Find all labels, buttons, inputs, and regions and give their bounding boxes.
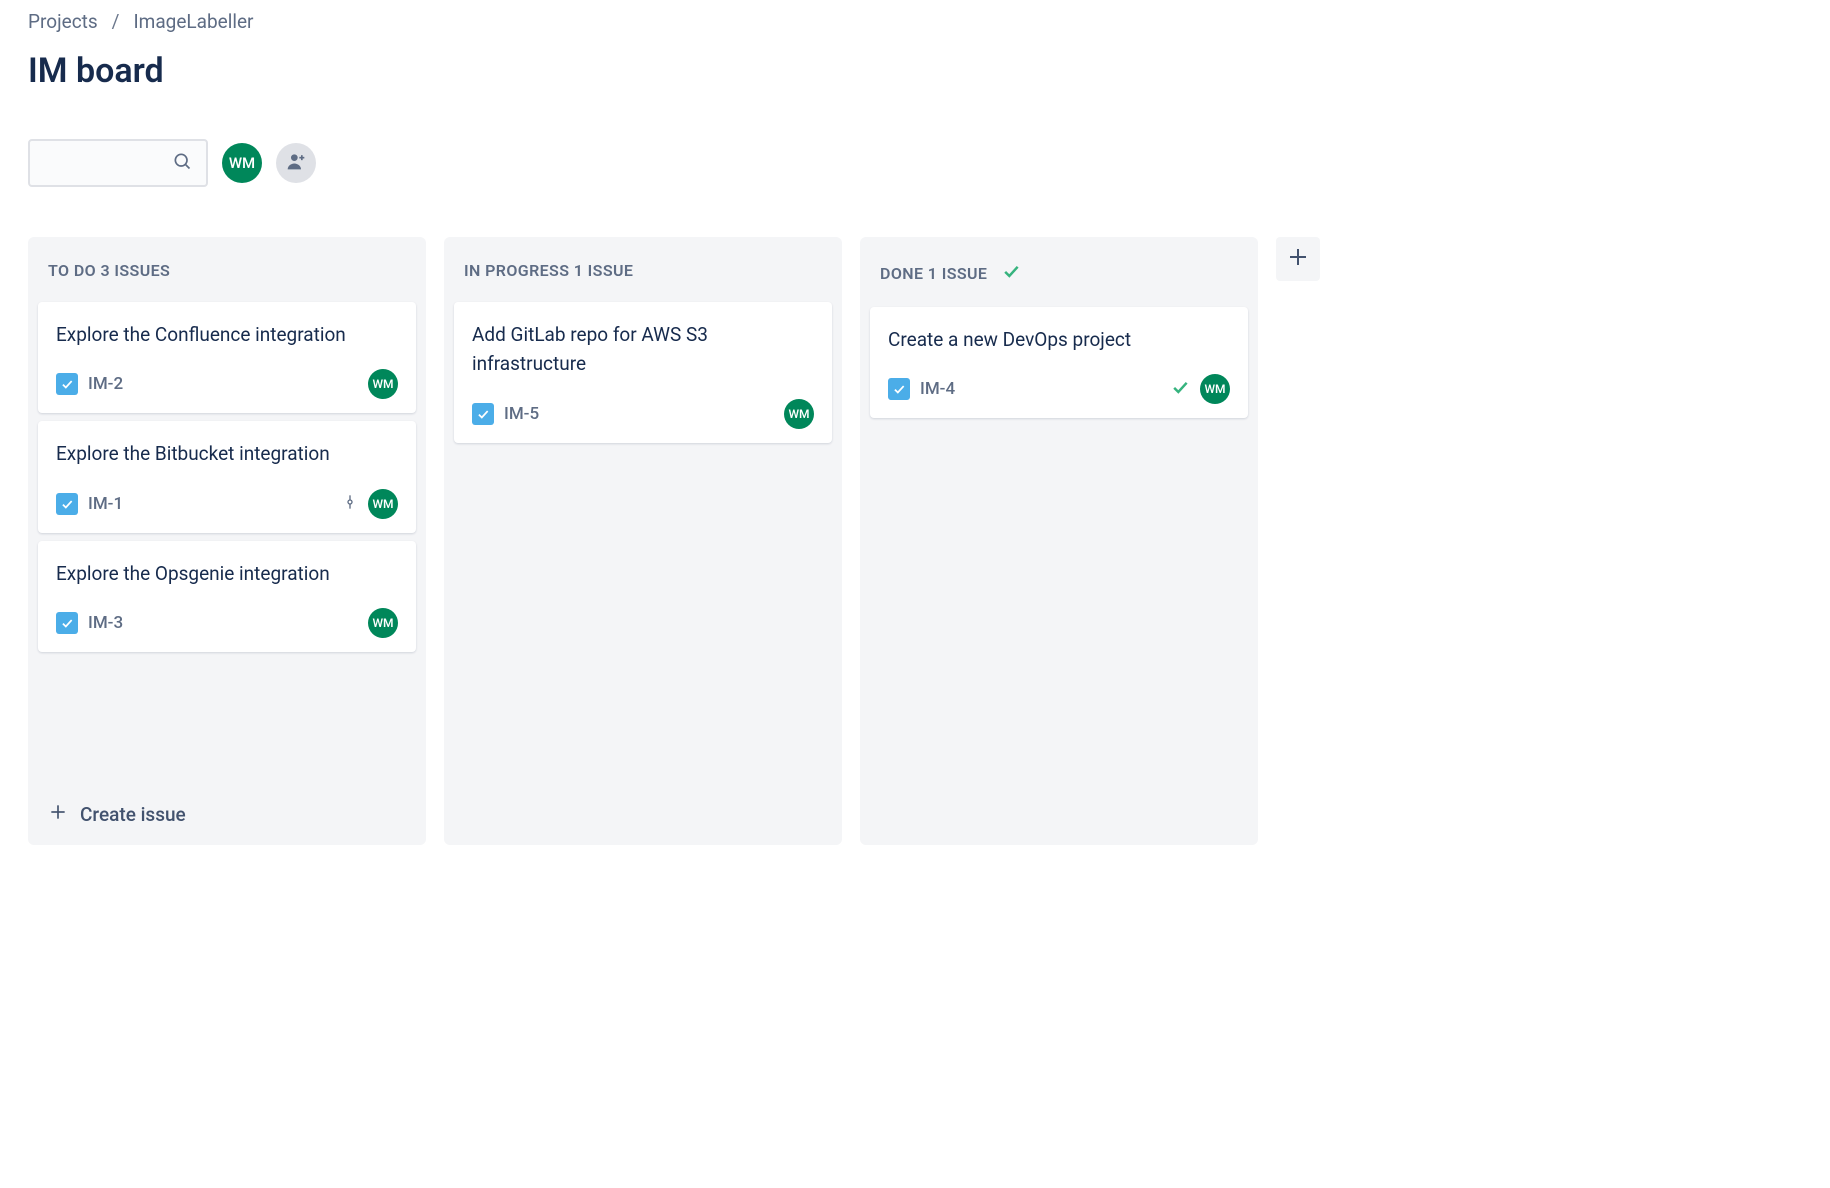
- create-issue-button[interactable]: Create issue: [38, 788, 416, 833]
- commit-icon: [342, 494, 358, 514]
- search-icon: [172, 151, 192, 175]
- board-column: TO DO 3 ISSUES Explore the Confluence int…: [28, 237, 426, 845]
- add-column-button[interactable]: [1276, 237, 1320, 281]
- issue-key[interactable]: IM-5: [504, 404, 539, 424]
- issue-footer: IM-5 WM: [472, 399, 814, 429]
- column-header: TO DO 3 ISSUES: [38, 249, 416, 302]
- issue-card[interactable]: Explore the Confluence integration IM-2 WM: [38, 302, 416, 413]
- user-avatar[interactable]: WM: [222, 143, 262, 183]
- assignee-avatar[interactable]: WM: [1200, 374, 1230, 404]
- assignee-avatar[interactable]: WM: [368, 489, 398, 519]
- breadcrumb-projects[interactable]: Projects: [28, 10, 98, 33]
- issue-title: Explore the Bitbucket integration: [56, 439, 398, 468]
- issue-card[interactable]: Add GitLab repo for AWS S3 infrastructur…: [454, 302, 832, 443]
- assignee-avatar[interactable]: WM: [368, 608, 398, 638]
- add-person-icon: [286, 151, 306, 175]
- page-title: IM board: [28, 51, 1802, 91]
- assignee-avatar[interactable]: WM: [368, 369, 398, 399]
- column-title: IN PROGRESS 1 ISSUE: [464, 261, 633, 280]
- plus-icon: [48, 802, 68, 827]
- issue-key[interactable]: IM-1: [88, 494, 123, 514]
- breadcrumb: Projects / ImageLabeller: [28, 10, 1802, 33]
- done-check-icon: [1170, 377, 1190, 401]
- task-type-icon: [888, 378, 910, 400]
- plus-icon: [1286, 245, 1310, 273]
- column-title: DONE 1 ISSUE: [880, 264, 987, 283]
- issue-card[interactable]: Create a new DevOps project IM-4 WM: [870, 307, 1248, 418]
- board-column: IN PROGRESS 1 ISSUE Add GitLab repo for A…: [444, 237, 842, 845]
- board-column: DONE 1 ISSUE Create a new DevOps project I…: [860, 237, 1258, 845]
- issue-footer: IM-2 WM: [56, 369, 398, 399]
- task-type-icon: [56, 612, 78, 634]
- issue-title: Explore the Opsgenie integration: [56, 559, 398, 588]
- task-type-icon: [56, 493, 78, 515]
- issue-title: Explore the Confluence integration: [56, 320, 398, 349]
- toolbar: WM: [28, 139, 1802, 187]
- column-header: DONE 1 ISSUE: [870, 249, 1248, 307]
- issue-key[interactable]: IM-4: [920, 379, 955, 399]
- issue-title: Add GitLab repo for AWS S3 infrastructur…: [472, 320, 814, 379]
- add-member-button[interactable]: [276, 143, 316, 183]
- issue-footer: IM-1 WM: [56, 489, 398, 519]
- issue-card[interactable]: Explore the Bitbucket integration IM-1 WM: [38, 421, 416, 532]
- check-icon: [1001, 261, 1021, 285]
- issue-key[interactable]: IM-2: [88, 374, 123, 394]
- task-type-icon: [56, 373, 78, 395]
- create-issue-label: Create issue: [80, 803, 186, 826]
- issue-footer: IM-3 WM: [56, 608, 398, 638]
- task-type-icon: [472, 403, 494, 425]
- column-title: TO DO 3 ISSUES: [48, 261, 170, 280]
- issue-title: Create a new DevOps project: [888, 325, 1230, 354]
- breadcrumb-project-name[interactable]: ImageLabeller: [134, 10, 254, 33]
- board: TO DO 3 ISSUES Explore the Confluence int…: [28, 237, 1802, 845]
- issue-card[interactable]: Explore the Opsgenie integration IM-3 WM: [38, 541, 416, 652]
- assignee-avatar[interactable]: WM: [784, 399, 814, 429]
- issue-footer: IM-4 WM: [888, 374, 1230, 404]
- search-input[interactable]: [28, 139, 208, 187]
- breadcrumb-separator: /: [112, 10, 120, 33]
- column-header: IN PROGRESS 1 ISSUE: [454, 249, 832, 302]
- issue-key[interactable]: IM-3: [88, 613, 123, 633]
